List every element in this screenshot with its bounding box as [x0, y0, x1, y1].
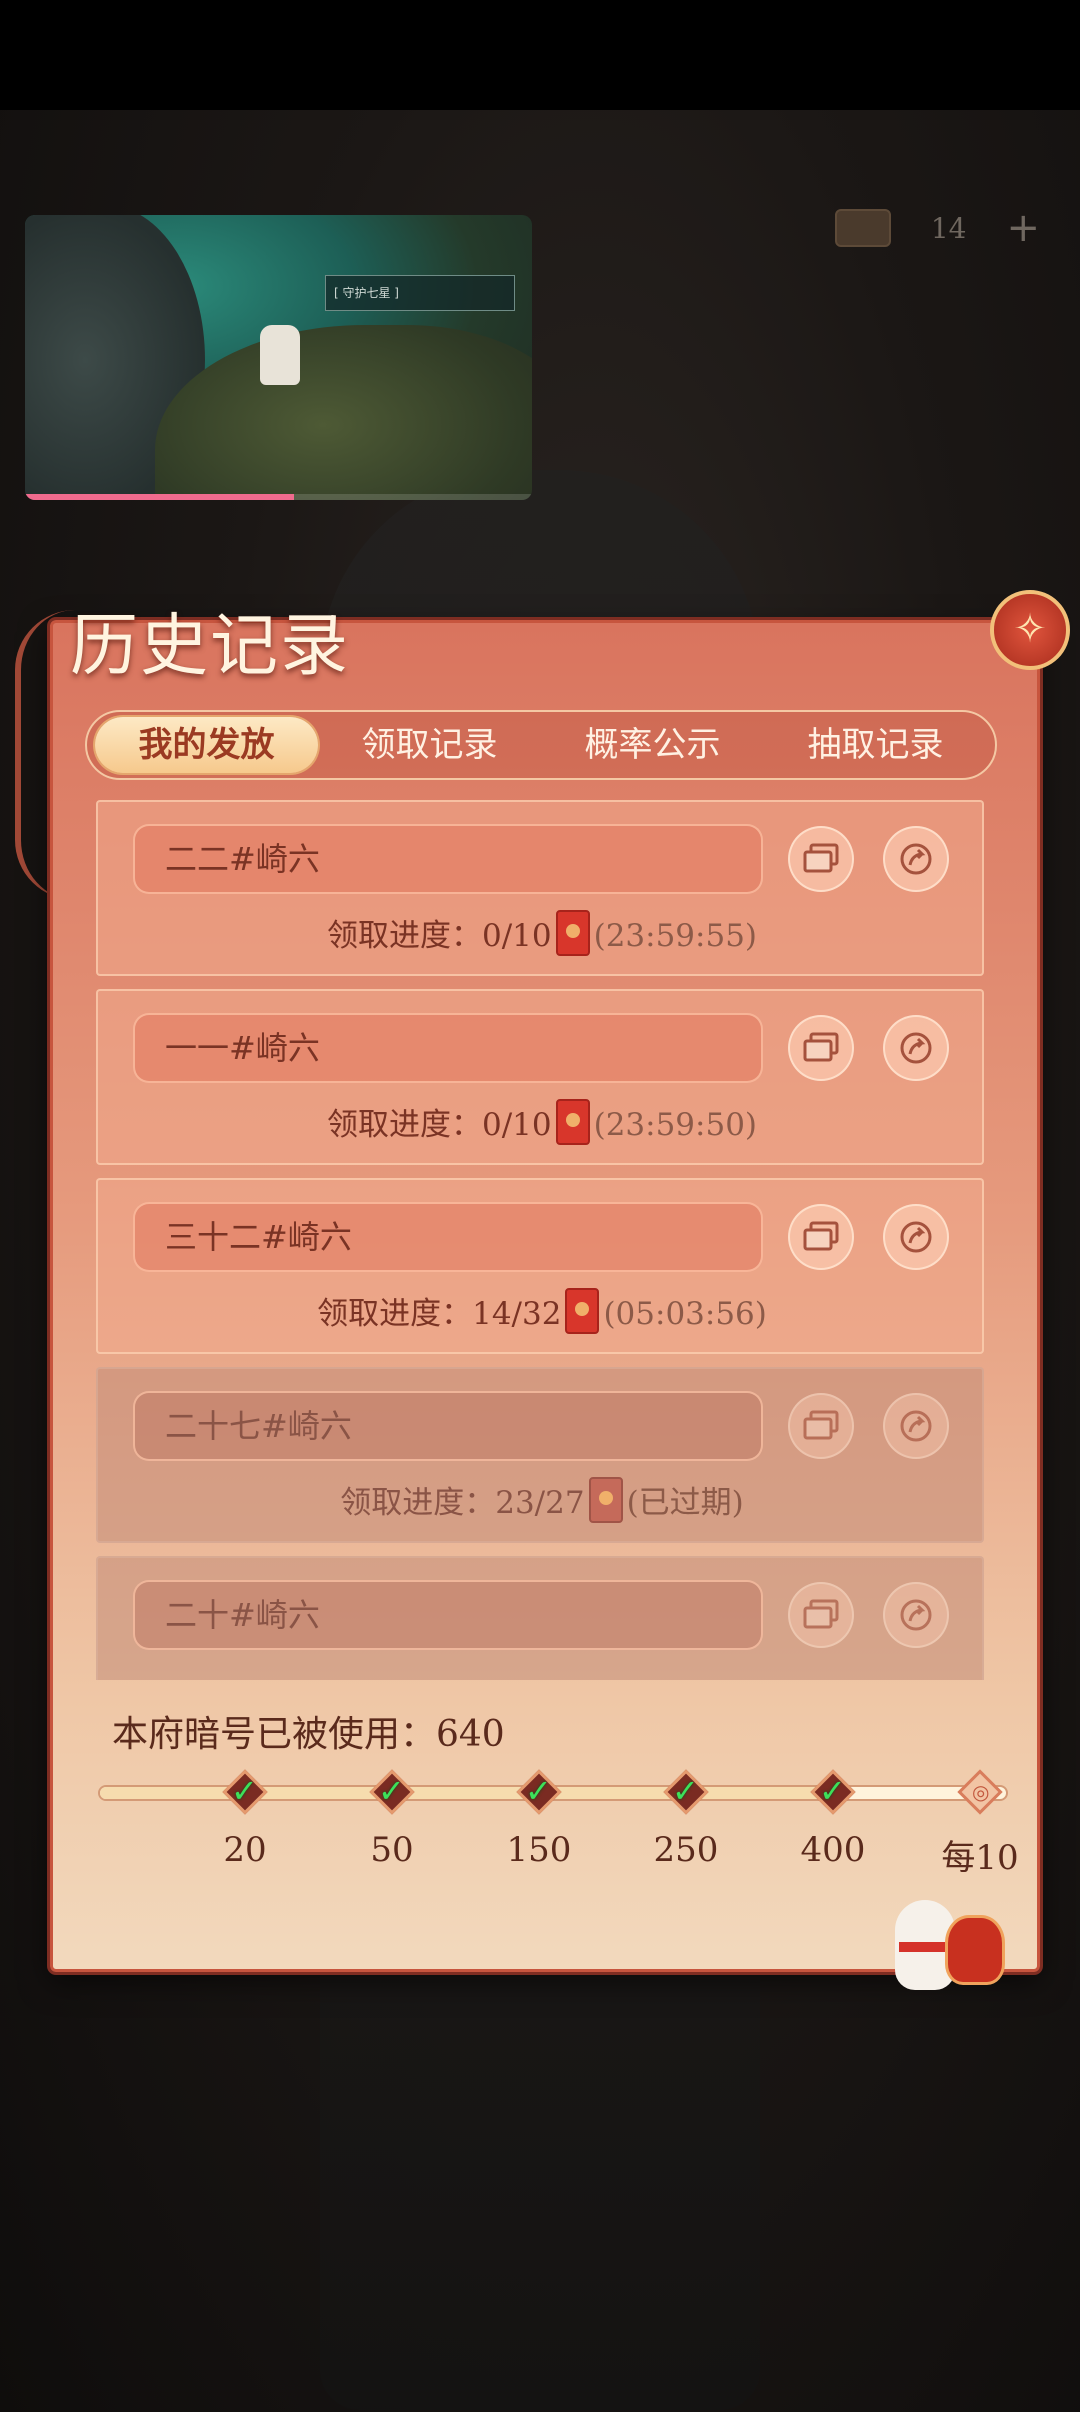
milestone-marker[interactable]: ✓ — [516, 1769, 562, 1815]
red-envelope-icon — [565, 1288, 600, 1334]
tab-draw-records[interactable]: 抽取记录 — [764, 717, 987, 773]
milestone-label: 每10 — [941, 1838, 1019, 1878]
red-envelope-icon — [555, 910, 590, 956]
milestone-label: 400 — [800, 1830, 866, 1870]
record-name: 二二#崎六 — [133, 824, 763, 894]
video-hud-tag: [ 守护七星 ] — [325, 275, 515, 311]
milestone-marker[interactable]: ✓ — [663, 1769, 709, 1815]
record-card-expired: 二十#崎六 — [96, 1556, 984, 1680]
share-icon[interactable] — [883, 1204, 949, 1270]
code-usage-count: 本府暗号已被使用：640 — [112, 1714, 505, 1755]
red-envelope-icon — [588, 1477, 623, 1523]
share-icon[interactable] — [883, 1015, 949, 1081]
tab-claim-records[interactable]: 领取记录 — [318, 717, 541, 773]
share-icon[interactable] — [883, 1582, 949, 1648]
milestone-label: 20 — [223, 1830, 267, 1870]
milestone-marker[interactable]: ◎ — [957, 1769, 1003, 1815]
add-currency-button[interactable]: + — [1006, 205, 1040, 251]
video-scene-rock — [155, 325, 532, 500]
record-progress: 领取进度：0/10 (23:59:55) — [98, 910, 984, 956]
top-hud: 14 + — [834, 205, 1040, 251]
record-card-expired: 二十七#崎六 领取进度：23/27 (已过期) — [96, 1367, 984, 1543]
close-medallion-icon[interactable]: ✧ — [990, 590, 1070, 670]
record-name: 一一#崎六 — [133, 1013, 763, 1083]
record-card: 二二#崎六 领取进度：0/10 (23:59:55) — [96, 800, 984, 976]
check-icon: ✓ — [819, 1772, 846, 1810]
milestone-label: 250 — [653, 1830, 719, 1870]
milestone-label: 150 — [506, 1830, 572, 1870]
copy-icon[interactable] — [788, 1015, 854, 1081]
record-card: 三十二#崎六 领取进度：14/32 (05:03:56) — [96, 1178, 984, 1354]
status-bar-area — [0, 0, 1080, 110]
milestone-marker[interactable]: ✓ — [810, 1769, 856, 1815]
check-icon: ✓ — [525, 1772, 552, 1810]
milestone-marker[interactable]: ✓ — [369, 1769, 415, 1815]
check-icon: ✓ — [231, 1772, 258, 1810]
record-name: 二十#崎六 — [133, 1580, 763, 1650]
mascot-with-lucky-bag — [895, 1890, 1015, 1995]
tab-my-distribution[interactable]: 我的发放 — [95, 717, 318, 773]
video-progress-fill — [25, 494, 294, 500]
copy-icon[interactable] — [788, 1582, 854, 1648]
record-progress: 领取进度：23/27 (已过期) — [98, 1477, 984, 1523]
check-icon: ✓ — [378, 1772, 405, 1810]
record-name: 三十二#崎六 — [133, 1202, 763, 1272]
floating-video-player[interactable]: [ 守护七星 ] — [25, 215, 532, 500]
milestone-label: 50 — [370, 1830, 414, 1870]
record-list[interactable]: 二二#崎六 领取进度：0/10 (23:59:55) 一一#崎六 领取进度：0/1… — [96, 800, 984, 1680]
share-icon[interactable] — [883, 826, 949, 892]
check-icon: ✓ — [672, 1772, 699, 1810]
panel-title: 历史记录 — [70, 607, 351, 686]
red-envelope-icon — [555, 1099, 590, 1145]
record-progress: 领取进度：14/32 (05:03:56) — [98, 1288, 984, 1334]
treasure-chest-icon[interactable] — [834, 209, 891, 247]
copy-icon[interactable] — [788, 1204, 854, 1270]
record-card: 一一#崎六 领取进度：0/10 (23:59:50) — [96, 989, 984, 1165]
video-scene-character — [260, 325, 300, 385]
milestone-marker[interactable]: ✓ — [222, 1769, 268, 1815]
currency-count: 14 — [930, 211, 967, 245]
tab-probability[interactable]: 概率公示 — [541, 717, 764, 773]
record-progress: 领取进度：0/10 (23:59:50) — [98, 1099, 984, 1145]
copy-icon[interactable] — [788, 1393, 854, 1459]
swirl-icon: ◎ — [972, 1780, 990, 1804]
video-progress-track[interactable] — [25, 494, 532, 500]
share-icon[interactable] — [883, 1393, 949, 1459]
tab-bar: 我的发放 领取记录 概率公示 抽取记录 — [85, 710, 997, 780]
record-name: 二十七#崎六 — [133, 1391, 763, 1461]
milestone-track-fill — [100, 1787, 835, 1799]
copy-icon[interactable] — [788, 826, 854, 892]
